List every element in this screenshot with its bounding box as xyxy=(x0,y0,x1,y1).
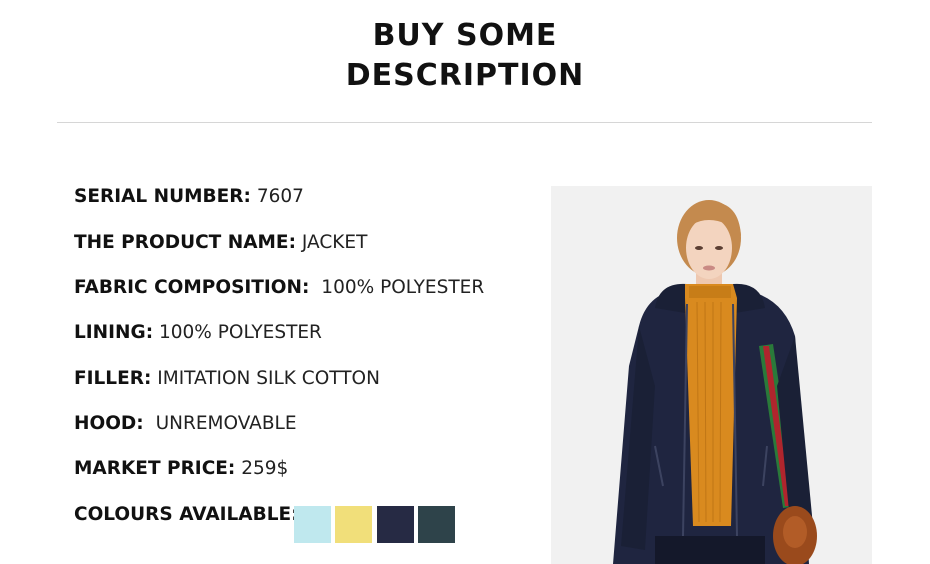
detail-value: 100% POLYESTER xyxy=(159,322,322,343)
detail-value: 100% POLYESTER xyxy=(321,277,485,298)
detail-value: 259$ xyxy=(241,458,289,479)
detail-serial-number: SERIAL NUMBER: 7607 xyxy=(74,185,304,209)
detail-value: JACKET xyxy=(301,232,368,253)
detail-label: SERIAL NUMBER: xyxy=(74,186,251,207)
detail-filler: FILLER: IMITATION SILK COTTON xyxy=(74,367,380,391)
colour-swatch-dark-teal[interactable] xyxy=(418,506,455,543)
detail-colours-available: COLOURS AVAILABLE: xyxy=(74,503,299,527)
detail-value: IMITATION SILK COTTON xyxy=(157,368,380,389)
detail-fabric-composition: FABRIC COMPOSITION: 100% POLYESTER xyxy=(74,276,484,300)
product-photo xyxy=(551,186,872,564)
detail-label: COLOURS AVAILABLE: xyxy=(74,504,299,525)
page-title: BUY SOME DESCRIPTION xyxy=(0,16,930,96)
detail-market-price: MARKET PRICE: 259$ xyxy=(74,457,288,481)
title-line-1: BUY SOME xyxy=(372,18,558,53)
detail-label: LINING: xyxy=(74,322,154,343)
model-illustration xyxy=(551,186,872,564)
detail-value: 7607 xyxy=(256,186,304,207)
detail-label: FILLER: xyxy=(74,368,152,389)
detail-label: MARKET PRICE: xyxy=(74,458,236,479)
detail-value: UNREMOVABLE xyxy=(155,413,297,434)
detail-label: THE PRODUCT NAME: xyxy=(74,232,296,253)
title-divider xyxy=(57,122,872,123)
detail-label: FABRIC COMPOSITION: xyxy=(74,277,310,298)
detail-hood: HOOD: UNREMOVABLE xyxy=(74,412,297,436)
detail-lining: LINING: 100% POLYESTER xyxy=(74,321,322,345)
title-line-2: DESCRIPTION xyxy=(345,58,585,93)
colour-swatch-navy[interactable] xyxy=(377,506,414,543)
detail-label: HOOD: xyxy=(74,413,144,434)
colour-swatch-light-blue[interactable] xyxy=(294,506,331,543)
colour-swatch-yellow[interactable] xyxy=(335,506,372,543)
detail-product-name: THE PRODUCT NAME: JACKET xyxy=(74,231,367,255)
